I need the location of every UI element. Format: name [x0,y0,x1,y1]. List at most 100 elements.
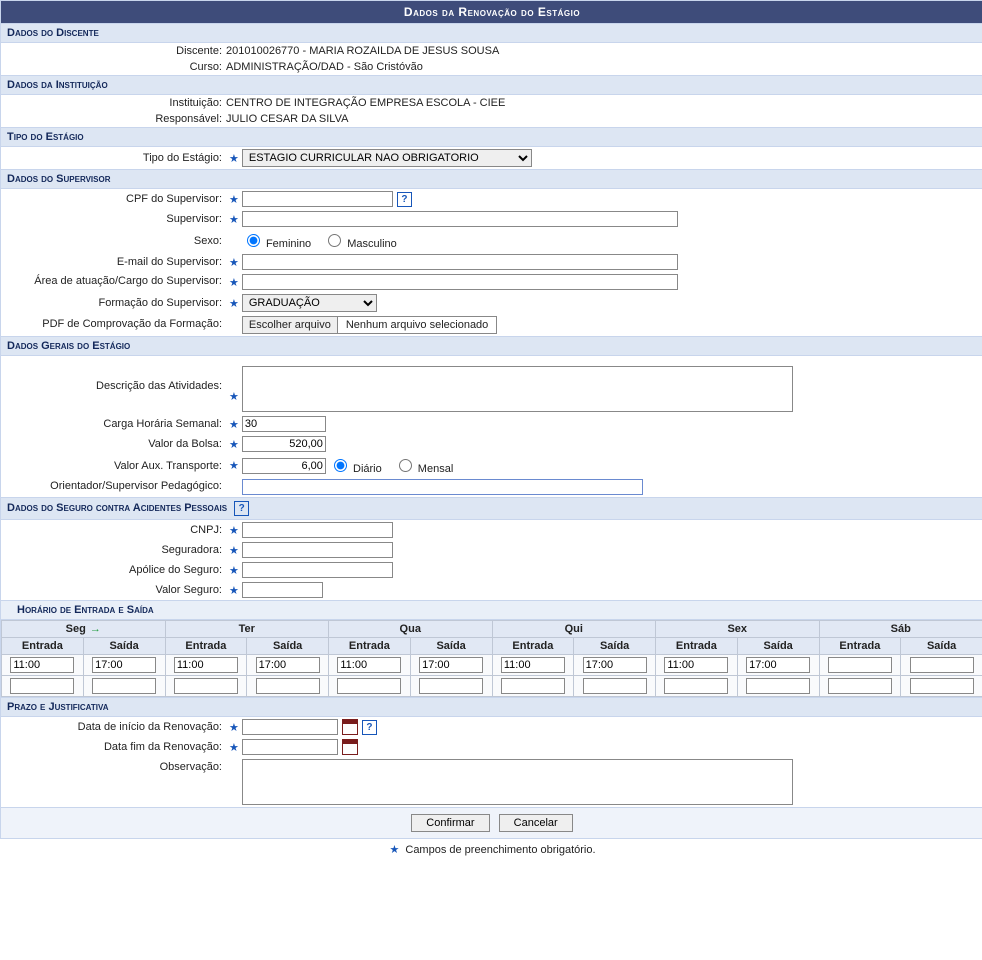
required-star: ★ [226,276,242,289]
saida-header: Saída [83,638,165,655]
time-input[interactable] [583,657,647,673]
label-sexo: Sexo: [7,235,226,247]
sexo-masculino-label[interactable]: Masculino [323,231,397,250]
calendar-icon[interactable] [342,739,358,755]
tipo-select[interactable]: ESTAGIO CURRICULAR NAO OBRIGATORIO [242,149,532,167]
row-discente: Discente: 201010026770 - MARIA ROZAILDA … [1,43,982,59]
carga-input[interactable] [242,416,326,432]
time-input[interactable] [664,657,728,673]
aux-diario-radio[interactable] [334,459,347,472]
sexo-masculino-radio[interactable] [328,234,341,247]
cancelar-button[interactable]: Cancelar [499,814,573,832]
orientador-input[interactable] [242,479,643,495]
help-icon[interactable]: ? [397,192,412,207]
observacao-textarea[interactable] [242,759,793,805]
time-input[interactable] [256,657,320,673]
time-input[interactable] [337,678,401,694]
form-container: Dados da Renovação do Estágio Dados do D… [0,0,982,839]
required-star: ★ [226,438,242,451]
bolsa-input[interactable] [242,436,326,452]
footer-actions: Confirmar Cancelar [1,807,982,838]
data-fim-input[interactable] [242,739,338,755]
time-input[interactable] [256,678,320,694]
time-input[interactable] [337,657,401,673]
required-star: ★ [226,584,242,597]
aux-mensal-radio[interactable] [399,459,412,472]
email-input[interactable] [242,254,678,270]
section-instituicao: Dados da Instituição [1,75,982,95]
schedule-cell [574,676,656,697]
label-descricao: Descrição das Atividades: [7,366,226,392]
time-input[interactable] [664,678,728,694]
aux-diario-text: Diário [353,463,382,475]
section-tipo: Tipo do Estágio [1,127,982,147]
time-input[interactable] [501,657,565,673]
formacao-select[interactable]: GRADUAÇÃO [242,294,377,312]
required-star: ★ [226,376,242,403]
required-star: ★ [226,524,242,537]
file-choose-button[interactable]: Escolher arquivo [242,316,338,334]
sexo-feminino-radio[interactable] [247,234,260,247]
valor-seguro-input[interactable] [242,582,323,598]
aux-mensal-label[interactable]: Mensal [394,456,454,475]
label-curso: Curso: [7,61,226,73]
label-carga: Carga Horária Semanal: [7,418,226,430]
time-input[interactable] [828,657,892,673]
copy-arrow-icon[interactable]: → [86,623,101,635]
time-input[interactable] [92,657,156,673]
area-input[interactable] [242,274,678,290]
row-cnpj: CNPJ: ★ [1,520,982,540]
section-supervisor: Dados do Supervisor [1,169,982,189]
supervisor-input[interactable] [242,211,678,227]
section-horario: Horário de Entrada e Saída [1,600,982,620]
file-status: Nenhum arquivo selecionado [338,316,497,334]
descricao-textarea[interactable] [242,366,793,412]
label-email: E-mail do Supervisor: [7,256,226,268]
section-seguro: Dados do Seguro contra Acidentes Pessoai… [1,497,982,520]
entrada-header: Entrada [819,638,901,655]
time-input[interactable] [746,657,810,673]
time-input[interactable] [583,678,647,694]
time-input[interactable] [174,678,238,694]
time-input[interactable] [419,678,483,694]
time-input[interactable] [746,678,810,694]
help-icon[interactable]: ? [234,501,249,516]
time-input[interactable] [10,657,74,673]
time-input[interactable] [910,678,974,694]
saida-header: Saída [247,638,329,655]
label-data-fim: Data fim da Renovação: [7,741,226,753]
row-email: E-mail do Supervisor: ★ [1,252,982,272]
saida-header: Saída [737,638,819,655]
schedule-cell [247,676,329,697]
aux-diario-label[interactable]: Diário [329,456,382,475]
schedule-cell [901,676,982,697]
schedule-cell [574,655,656,676]
sexo-f-text: Feminino [266,238,311,250]
required-star: ★ [226,256,242,269]
cnpj-input[interactable] [242,522,393,538]
time-input[interactable] [92,678,156,694]
label-discente: Discente: [7,45,226,57]
cpf-input[interactable] [242,191,393,207]
day-header: Sáb [819,621,982,638]
time-input[interactable] [501,678,565,694]
day-header: Qua [329,621,493,638]
label-cnpj: CNPJ: [7,524,226,536]
seguradora-input[interactable] [242,542,393,558]
entrada-header: Entrada [656,638,738,655]
time-input[interactable] [910,657,974,673]
calendar-icon[interactable] [342,719,358,735]
sexo-feminino-label[interactable]: Feminino [242,231,311,250]
time-input[interactable] [174,657,238,673]
aux-input[interactable] [242,458,326,474]
label-cpf: CPF do Supervisor: [7,193,226,205]
row-tipo: Tipo do Estágio: ★ ESTAGIO CURRICULAR NA… [1,147,982,169]
time-input[interactable] [828,678,892,694]
time-input[interactable] [10,678,74,694]
data-inicio-input[interactable] [242,719,338,735]
help-icon[interactable]: ? [362,720,377,735]
time-input[interactable] [419,657,483,673]
value-curso: ADMINISTRAÇÃO/DAD - São Cristóvão [226,61,977,73]
apolice-input[interactable] [242,562,393,578]
confirmar-button[interactable]: Confirmar [411,814,489,832]
